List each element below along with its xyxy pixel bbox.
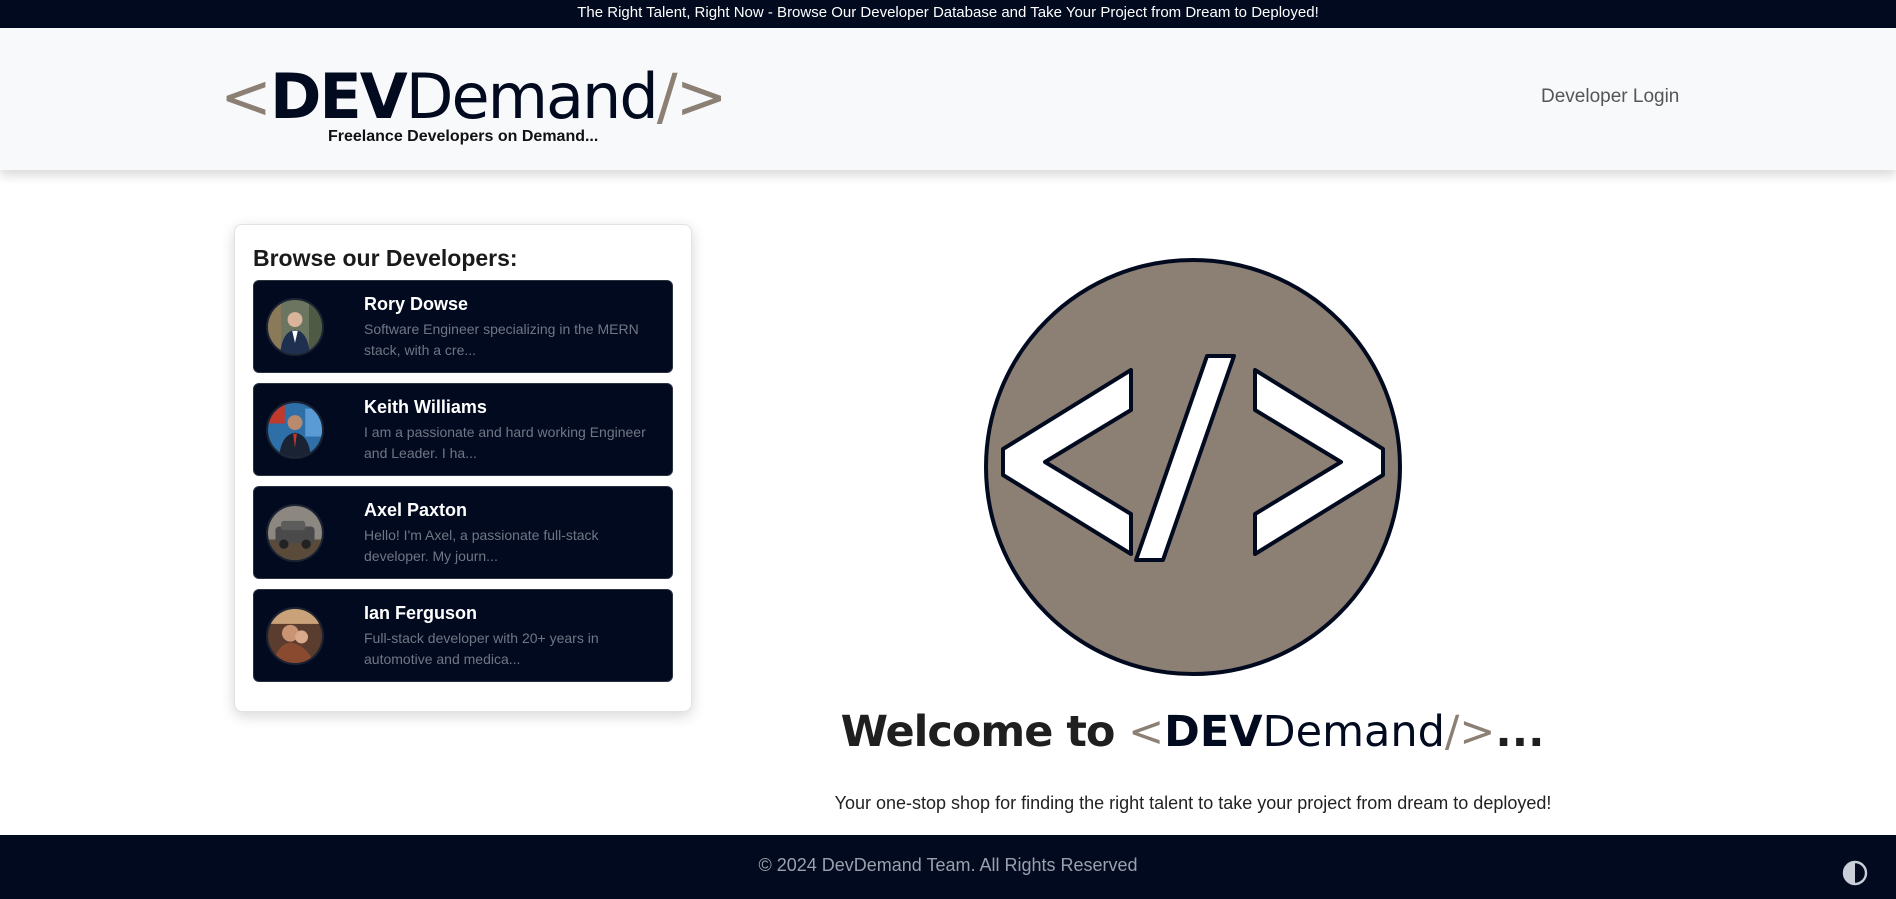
welcome-close-bracket: /> [1444,707,1496,757]
developer-list-heading: Browse our Developers: [253,245,518,271]
welcome-ellipsis: ... [1495,707,1545,757]
brand-demand: Demand [405,60,659,133]
welcome-open-bracket: < [1128,707,1165,757]
announcement-banner: The Right Talent, Right Now - Browse Our… [0,0,1896,28]
welcome-demand: Demand [1262,707,1445,757]
brand-tagline: Freelance Developers on Demand... [328,128,599,145]
navbar: <DEVDemand/> Freelance Developers on Dem… [0,28,1896,170]
welcome-dev: DEV [1164,707,1263,757]
announcement-text: The Right Talent, Right Now - Browse Our… [577,4,1319,21]
developer-login-link[interactable]: Developer Login [1541,86,1679,108]
developer-description: Full-stack developer with 20+ years in a… [364,630,599,667]
developer-description: Software Engineer specializing in the ME… [364,321,639,358]
developer-name: Keith Williams [364,397,487,417]
developer-card-keith-williams[interactable]: Keith Williams I am a passionate and har… [253,383,673,476]
developer-description: I am a passionate and hard working Engin… [364,424,646,461]
footer-copyright: © 2024 DevDemand Team. All Rights Reserv… [758,855,1138,875]
avatar [266,504,324,562]
developer-card-axel-paxton[interactable]: Axel Paxton Hello! I'm Axel, a passionat… [253,486,673,579]
hero-subtitle: Your one-stop shop for finding the right… [834,793,1552,813]
half-circle-contrast-icon[interactable] [1841,859,1869,887]
brand-wordmark: <DEVDemand/> [220,64,728,130]
welcome-text: Welcome to [840,707,1116,757]
brand-open-bracket: < [220,60,272,133]
avatar [266,401,324,459]
brand-dev: DEV [269,60,408,133]
footer: © 2024 DevDemand Team. All Rights Reserv… [0,835,1896,899]
brand-logo[interactable]: <DEVDemand/> Freelance Developers on Dem… [220,64,728,146]
developer-description: Hello! I'm Axel, a passionate full-stack… [364,527,599,564]
developer-list-panel: Browse our Developers: Rory Dowse Softwa… [234,224,692,712]
code-brackets-circle-icon [983,257,1403,677]
developer-card-rory-dowse[interactable]: Rory Dowse Software Engineer specializin… [253,280,673,373]
developer-name: Rory Dowse [364,294,469,314]
welcome-heading: Welcome to <DEVDemand/>... [790,705,1595,759]
developer-card-ian-ferguson[interactable]: Ian Ferguson Full-stack developer with 2… [253,589,673,682]
developer-name: Ian Ferguson [364,603,478,623]
developer-name: Axel Paxton [364,500,468,520]
brand-close-bracket: /> [656,60,728,133]
avatar [266,607,324,665]
avatar [266,298,324,356]
